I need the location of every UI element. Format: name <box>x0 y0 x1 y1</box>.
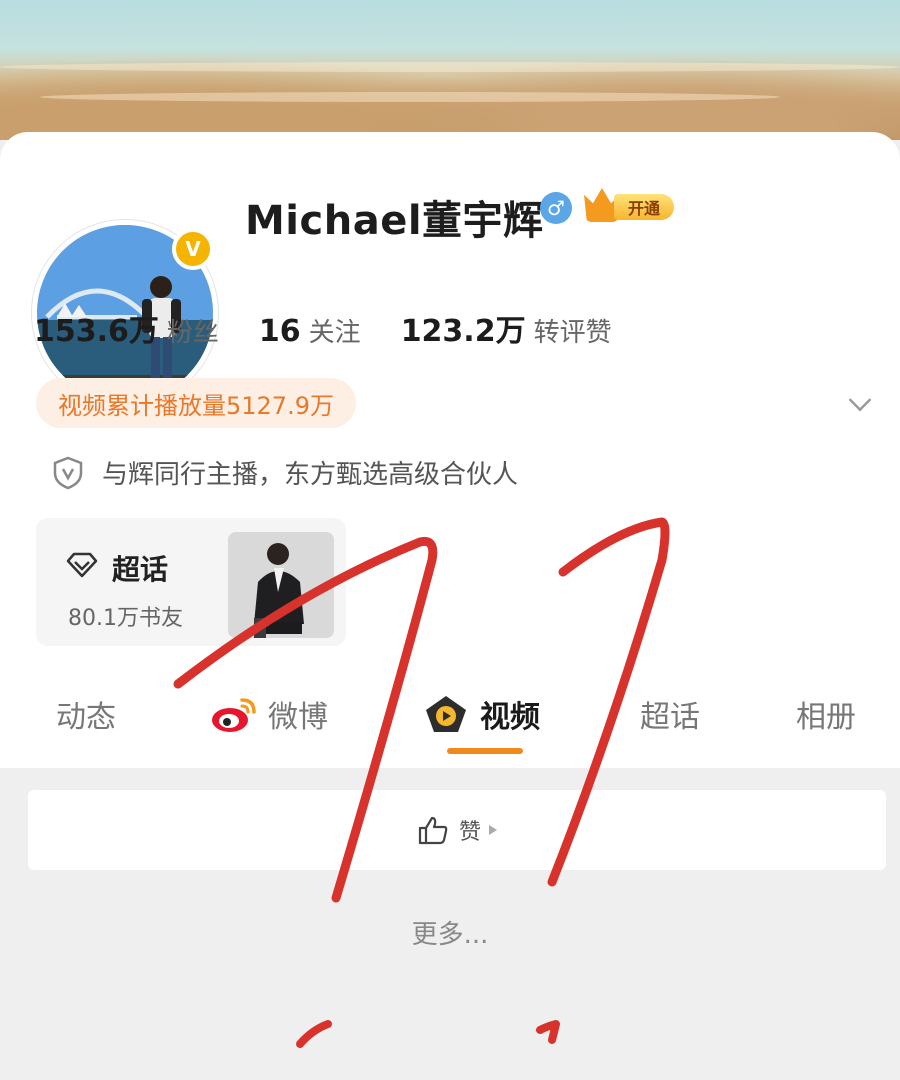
certification-text: 与辉同行主播，东方甄选高级合伙人 <box>102 460 519 490</box>
tab-weibo-label: 微博 <box>268 700 328 735</box>
certification-row: 与辉同行主播，东方甄选高级合伙人 <box>52 454 518 491</box>
banner-sand-ripple <box>0 62 900 72</box>
profile-tabs: 动态 微博 视频 超话 相册 <box>0 682 900 754</box>
following-count[interactable]: 16 <box>259 314 301 349</box>
profile-name: Michael董宇辉 <box>245 198 544 244</box>
super-topic-card[interactable]: 超话 80.1万书友 <box>36 518 346 646</box>
tab-super-topic[interactable]: 超话 <box>640 692 700 736</box>
verified-badge-icon: V <box>172 228 214 270</box>
active-tab-indicator <box>447 748 523 754</box>
profile-banner[interactable] <box>0 0 900 140</box>
annotation-stroke-4 <box>536 1020 560 1044</box>
super-topic-members: 80.1万书友 <box>68 606 183 631</box>
banner-sand-ripple <box>40 92 780 102</box>
video-play-icon <box>424 694 468 734</box>
vip-open-button[interactable]: 开通 <box>584 186 676 226</box>
tab-album[interactable]: 相册 <box>796 692 856 736</box>
followers-label[interactable]: 粉丝 <box>167 312 219 349</box>
like-label: 赞 <box>458 820 481 845</box>
tab-dynamics[interactable]: 动态 <box>56 692 116 736</box>
super-topic-thumbnail <box>228 532 334 638</box>
followers-count[interactable]: 153.6万 <box>34 306 159 350</box>
diamond-icon <box>66 552 98 585</box>
tab-weibo[interactable]: 微博 <box>210 692 328 736</box>
more-link[interactable]: 更多... <box>0 914 900 951</box>
vip-open-label: 开通 <box>614 194 674 220</box>
weibo-logo-icon <box>210 694 258 734</box>
play-arrow-icon <box>489 825 497 835</box>
tab-video-label: 视频 <box>480 700 540 735</box>
profile-stats: 153.6万 粉丝 16 关注 123.2万 转评赞 <box>34 306 652 350</box>
like-sort-bar[interactable]: 赞 <box>28 790 886 870</box>
super-topic-title: 超话 <box>66 548 168 588</box>
engagement-count: 123.2万 <box>400 314 526 349</box>
engagement-label: 转评赞 <box>533 318 612 348</box>
tab-video[interactable]: 视频 <box>424 692 540 736</box>
annotation-stroke-3 <box>296 1020 332 1048</box>
following-label[interactable]: 关注 <box>309 312 361 349</box>
super-topic-label: 超话 <box>112 553 169 586</box>
male-icon: ♂ <box>540 192 572 224</box>
shield-v-icon <box>52 456 84 490</box>
video-plays-badge[interactable]: 视频累计播放量5127.9万 <box>36 378 356 428</box>
thumbs-up-icon <box>417 815 449 845</box>
